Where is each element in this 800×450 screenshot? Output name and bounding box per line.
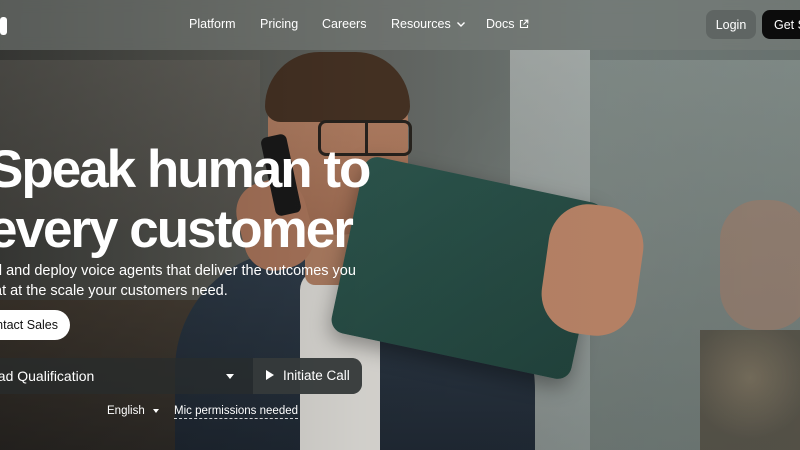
nav-pricing[interactable]: Pricing — [260, 17, 298, 31]
nav-careers-label: Careers — [322, 17, 367, 31]
play-icon — [266, 370, 274, 380]
language-select[interactable]: English — [107, 405, 159, 417]
nav-resources[interactable]: Resources — [391, 17, 466, 31]
nav-careers[interactable]: Careers — [322, 17, 366, 31]
hero-headline: Speak human to every customer — [0, 140, 371, 260]
use-case-select[interactable]: ead Qualification — [0, 358, 242, 394]
login-button[interactable]: Login — [706, 10, 756, 39]
hero-subtext-line-1: d and deploy voice agents that deliver t… — [0, 263, 356, 279]
login-button-label: Login — [715, 17, 747, 32]
chevron-down-icon — [456, 22, 465, 27]
hero-headline-line-1: Speak human to — [0, 140, 371, 199]
top-nav-bar: Platform Pricing Careers Resources Docs … — [0, 0, 800, 50]
nav-docs-label: Docs — [486, 17, 515, 31]
initiate-call-label: Initiate Call — [283, 368, 350, 383]
use-case-select-value: ead Qualification — [0, 368, 95, 384]
nav-platform[interactable]: Platform — [189, 17, 236, 31]
nav-platform-label: Platform — [189, 17, 236, 31]
language-select-value: English — [107, 405, 145, 417]
nav-pricing-label: Pricing — [260, 17, 299, 31]
nav-docs[interactable]: Docs — [486, 17, 529, 31]
caret-down-icon — [226, 374, 234, 379]
external-link-icon — [520, 19, 529, 29]
contact-sales-button[interactable]: ontact Sales — [0, 310, 70, 340]
hero-subtext-line-2: at at the scale your customers need. — [0, 283, 228, 299]
get-started-button-label: Get S — [774, 17, 800, 32]
caret-down-icon — [152, 409, 159, 413]
hero-headline-line-2: every customer — [0, 200, 354, 259]
mic-permissions-note[interactable]: Mic permissions needed — [174, 405, 299, 419]
get-started-button[interactable]: Get S — [762, 10, 800, 39]
nav-resources-label: Resources — [391, 17, 451, 31]
contact-sales-label: ontact Sales — [0, 318, 58, 332]
logo[interactable] — [0, 17, 7, 35]
hero-subtext: d and deploy voice agents that deliver t… — [0, 261, 356, 301]
